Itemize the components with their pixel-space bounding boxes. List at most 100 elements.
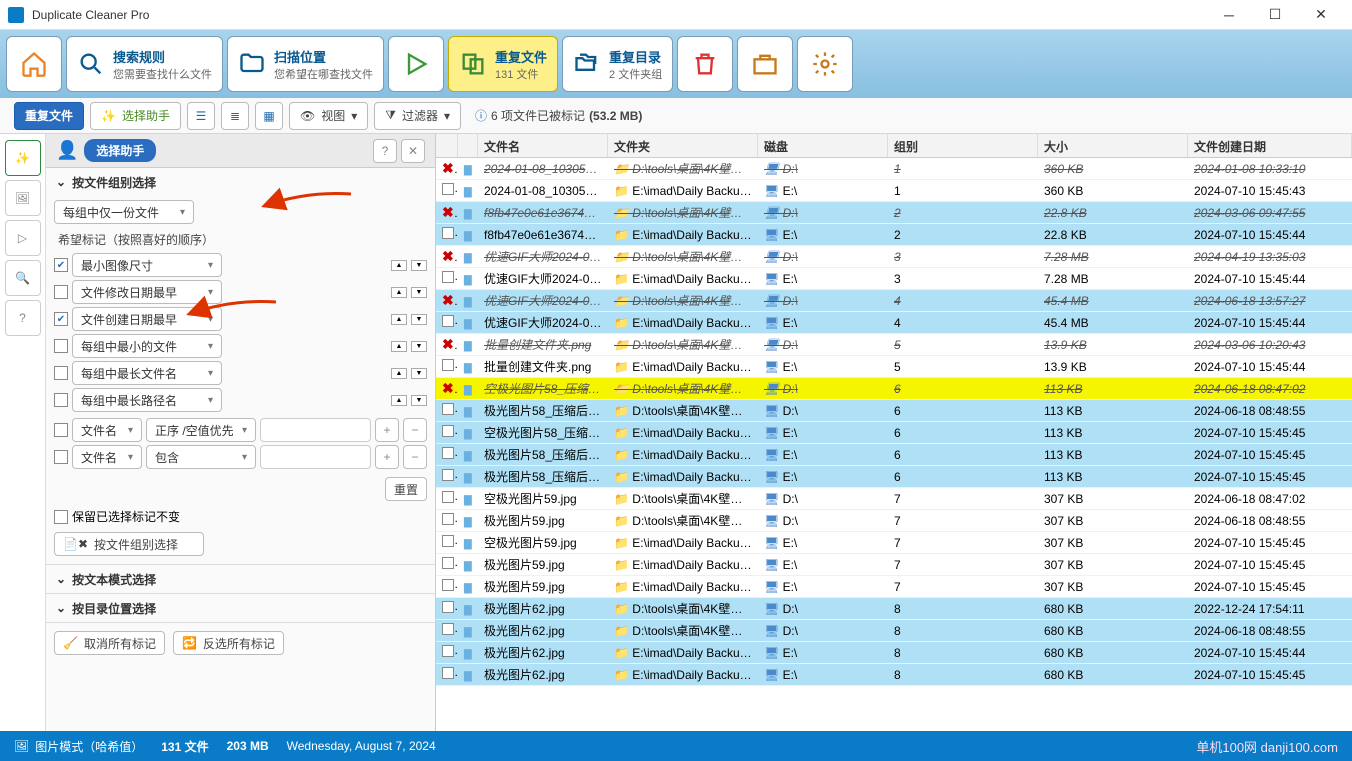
mark-cell[interactable]: [436, 269, 458, 288]
mark-cell[interactable]: ✖: [436, 290, 458, 311]
selection-helper-button[interactable]: ✨ 选择助手: [90, 102, 181, 130]
table-row[interactable]: ▇ 空极光图片58_压缩后.... 📁 E:\imad\Daily Backup…: [436, 422, 1352, 444]
mark-cell[interactable]: [436, 489, 458, 508]
toolbox-button[interactable]: [737, 36, 793, 92]
maximize-button[interactable]: ☐: [1252, 0, 1298, 30]
table-row[interactable]: ▇ 极光图片59.jpg 📁 E:\imad\Daily Backups... …: [436, 576, 1352, 598]
table-row[interactable]: ✖ ▇ 优速GIF大师2024-04-... 📁 D:\tools\桌面\4K壁…: [436, 246, 1352, 268]
criteria-select[interactable]: 每组中最小的文件: [72, 334, 222, 358]
grid-body[interactable]: ✖ ▇ 2024-01-08_103059.p... 📁 D:\tools\桌面…: [436, 158, 1352, 731]
dup-files-button[interactable]: 重复文件 131 文件: [448, 36, 558, 92]
move-down-button[interactable]: ▼: [411, 287, 427, 298]
table-row[interactable]: ▇ 极光图片62.jpg 📁 D:\tools\桌面\4K壁纸... 🖥 D:\…: [436, 620, 1352, 642]
table-row[interactable]: ▇ 2024-01-08_103059.p... 📁 E:\imad\Daily…: [436, 180, 1352, 202]
extra-field-select[interactable]: 文件名: [72, 445, 142, 469]
delete-button[interactable]: [677, 36, 733, 92]
mark-cell[interactable]: [436, 467, 458, 486]
mark-cell[interactable]: [436, 423, 458, 442]
move-down-button[interactable]: ▼: [411, 368, 427, 379]
move-up-button[interactable]: ▲: [391, 260, 407, 271]
mark-cell[interactable]: ✖: [436, 334, 458, 355]
table-row[interactable]: ▇ 极光图片58_压缩后.jpg 📁 E:\imad\Daily Backups…: [436, 444, 1352, 466]
col-disk[interactable]: 磁盘: [758, 134, 888, 157]
move-up-button[interactable]: ▲: [391, 368, 407, 379]
home-button[interactable]: [6, 36, 62, 92]
remove-rule-button[interactable]: −: [403, 418, 427, 442]
extra-op-select[interactable]: 正序 /空值优先: [146, 418, 256, 442]
mark-cell[interactable]: [436, 643, 458, 662]
mark-cell[interactable]: ✖: [436, 202, 458, 223]
table-row[interactable]: ▇ 极光图片62.jpg 📁 D:\tools\桌面\4K壁纸... 🖥 D:\…: [436, 598, 1352, 620]
table-row[interactable]: ▇ 空极光图片59.jpg 📁 D:\tools\桌面\4K壁纸... 🖥 D:…: [436, 488, 1352, 510]
criteria-select[interactable]: 每组中最长文件名: [72, 361, 222, 385]
table-row[interactable]: ✖ ▇ 2024-01-08_103059.p... 📁 D:\tools\桌面…: [436, 158, 1352, 180]
criteria-checkbox[interactable]: [54, 339, 68, 353]
move-up-button[interactable]: ▲: [391, 287, 407, 298]
mark-cell[interactable]: [436, 181, 458, 200]
table-row[interactable]: ▇ 极光图片58_压缩后.jpg 📁 D:\tools\桌面\4K壁纸... 🖥…: [436, 400, 1352, 422]
v-help-button[interactable]: ?: [5, 300, 41, 336]
table-row[interactable]: ✖ ▇ 优速GIF大师2024-06-... 📁 D:\tools\桌面\4K壁…: [436, 290, 1352, 312]
view-dropdown[interactable]: 👁 视图 ▾: [289, 102, 368, 130]
mark-cell[interactable]: [436, 599, 458, 618]
table-row[interactable]: ✖ ▇ 批量创建文件夹.png 📁 D:\tools\桌面\4K壁纸... 🖥 …: [436, 334, 1352, 356]
extra-checkbox[interactable]: [54, 423, 68, 437]
table-row[interactable]: ▇ 极光图片58_压缩后.jpg 📁 E:\imad\Daily Backups…: [436, 466, 1352, 488]
mark-cell[interactable]: [436, 555, 458, 574]
extra-value-input[interactable]: [260, 418, 371, 442]
col-name[interactable]: 文件名: [478, 134, 608, 157]
view-list-icon-button[interactable]: ≣: [221, 102, 249, 130]
section-text-head[interactable]: ⌄ 按文本模式选择: [46, 565, 435, 593]
move-up-button[interactable]: ▲: [391, 395, 407, 406]
apply-group-select-button[interactable]: 📄✖ 按文件组别选择: [54, 532, 204, 556]
v-play-button[interactable]: ▷: [5, 220, 41, 256]
add-rule-button[interactable]: +: [375, 418, 399, 442]
unmark-all-button[interactable]: 🧹 取消所有标记: [54, 631, 165, 655]
extra-field-select[interactable]: 文件名: [72, 418, 142, 442]
mark-cell[interactable]: [436, 401, 458, 420]
search-rules-button[interactable]: 搜索规则 您需要查找什么文件: [66, 36, 223, 92]
v-helper-button[interactable]: ✨: [5, 140, 41, 176]
v-image-button[interactable]: 🖼: [5, 180, 41, 216]
minimize-button[interactable]: ─: [1206, 0, 1252, 30]
criteria-checkbox[interactable]: [54, 285, 68, 299]
section-group-head[interactable]: ⌄ 按文件组别选择: [46, 168, 435, 196]
mark-cell[interactable]: [436, 621, 458, 640]
reset-button[interactable]: 重置: [385, 477, 427, 501]
mark-cell[interactable]: [436, 577, 458, 596]
criteria-checkbox[interactable]: [54, 258, 68, 272]
move-down-button[interactable]: ▼: [411, 314, 427, 325]
play-button[interactable]: [388, 36, 444, 92]
table-row[interactable]: ✖ ▇ 空极光图片58_压缩后.... 📁 D:\tools\桌面\4K壁纸..…: [436, 378, 1352, 400]
remove-rule-button[interactable]: −: [403, 445, 427, 469]
mark-cell[interactable]: [436, 533, 458, 552]
table-row[interactable]: ▇ 极光图片62.jpg 📁 E:\imad\Daily Backups... …: [436, 642, 1352, 664]
move-down-button[interactable]: ▼: [411, 260, 427, 271]
table-row[interactable]: ▇ 优速GIF大师2024-04-... 📁 E:\imad\Daily Bac…: [436, 268, 1352, 290]
section-dir-head[interactable]: ⌄ 按目录位置选择: [46, 594, 435, 622]
table-row[interactable]: ▇ 极光图片59.jpg 📁 D:\tools\桌面\4K壁纸... 🖥 D:\…: [436, 510, 1352, 532]
v-search-button[interactable]: 🔍: [5, 260, 41, 296]
keep-marks-checkbox[interactable]: [54, 510, 68, 524]
close-button[interactable]: ✕: [1298, 0, 1344, 30]
move-up-button[interactable]: ▲: [391, 341, 407, 352]
criteria-select[interactable]: 每组中最长路径名: [72, 388, 222, 412]
panel-help-button[interactable]: ?: [373, 139, 397, 163]
add-rule-button[interactable]: +: [375, 445, 399, 469]
extra-checkbox[interactable]: [54, 450, 68, 464]
col-date[interactable]: 文件创建日期: [1188, 134, 1352, 157]
mark-cell[interactable]: [436, 357, 458, 376]
view-details-icon-button[interactable]: ☰: [187, 102, 215, 130]
mark-cell[interactable]: [436, 313, 458, 332]
mark-cell[interactable]: [436, 511, 458, 530]
mark-cell[interactable]: [436, 225, 458, 244]
move-up-button[interactable]: ▲: [391, 314, 407, 325]
dup-files-tab[interactable]: 重复文件: [14, 102, 84, 130]
table-row[interactable]: ✖ ▇ f8fb47e0e61e36743c1... 📁 D:\tools\桌面…: [436, 202, 1352, 224]
filter-dropdown[interactable]: ⧩ 过滤器 ▾: [374, 102, 461, 130]
move-down-button[interactable]: ▼: [411, 341, 427, 352]
criteria-checkbox[interactable]: [54, 366, 68, 380]
dup-dirs-button[interactable]: 重复目录 2 文件夹组: [562, 36, 673, 92]
col-folder[interactable]: 文件夹: [608, 134, 758, 157]
criteria-checkbox[interactable]: [54, 393, 68, 407]
